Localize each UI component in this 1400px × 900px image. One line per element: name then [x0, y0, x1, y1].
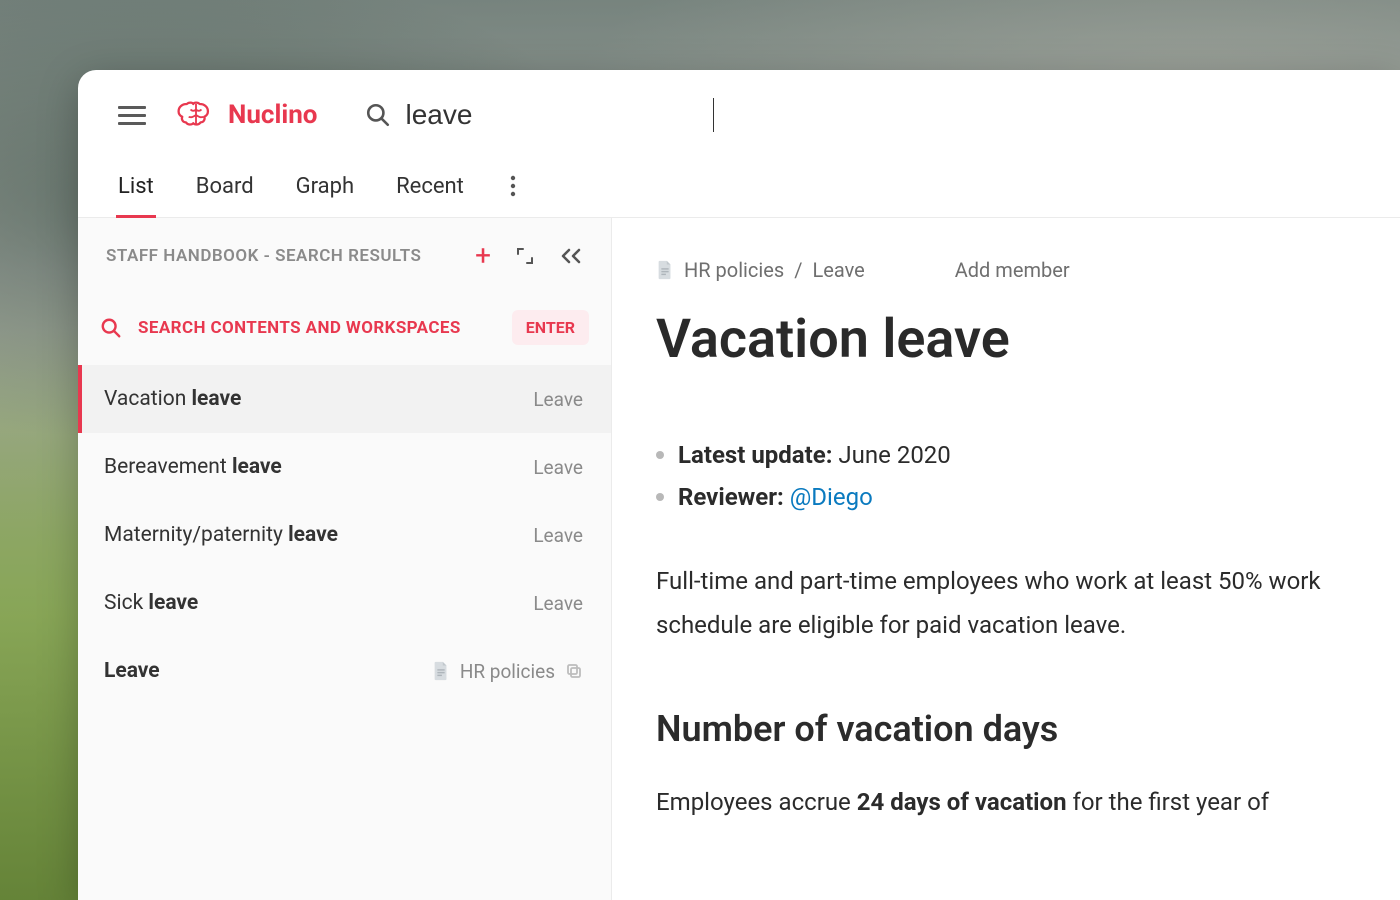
meta-label: Latest update: — [678, 441, 832, 469]
app-window: Nuclino List Board Graph Recent STAFF HA… — [78, 70, 1400, 900]
search-field[interactable] — [365, 98, 714, 132]
search-all-label: SEARCH CONTENTS AND WORKSPACES — [138, 318, 461, 338]
result-title: Maternity/paternity leave — [104, 523, 338, 547]
result-crumb: Leave — [533, 456, 583, 479]
result-crumb: Leave — [533, 524, 583, 547]
section-heading: Number of vacation days — [656, 708, 1400, 750]
bullet-icon — [656, 451, 664, 459]
meta-item: Reviewer: @Diego — [656, 483, 1400, 511]
text-caret — [713, 98, 714, 132]
result-title: Vacation leave — [104, 387, 241, 411]
intro-paragraph: Full-time and part-time employees who wo… — [656, 559, 1396, 648]
result-crumb: Leave — [533, 388, 583, 411]
collapse-icon[interactable] — [559, 246, 583, 266]
search-all-row[interactable]: SEARCH CONTENTS AND WORKSPACES ENTER — [78, 290, 611, 365]
tab-recent[interactable]: Recent — [396, 174, 464, 217]
result-crumb: Leave — [533, 592, 583, 615]
topbar: Nuclino — [78, 70, 1400, 150]
meta-item: Latest update: June 2020 — [656, 441, 1400, 469]
body: STAFF HANDBOOK - SEARCH RESULTS + — [78, 218, 1400, 900]
sidebar-actions: + — [475, 242, 583, 270]
breadcrumb-1: Leave — [812, 258, 864, 282]
brand-name: Nuclino — [228, 100, 317, 130]
meta-value: June 2020 — [838, 441, 950, 469]
section-paragraph: Employees accrue 24 days of vacation for… — [656, 780, 1400, 824]
tab-graph[interactable]: Graph — [296, 174, 354, 217]
result-title: Leave — [104, 659, 160, 683]
menu-icon[interactable] — [118, 106, 146, 125]
plus-icon[interactable]: + — [475, 242, 491, 270]
document-icon — [432, 661, 450, 681]
brand[interactable]: Nuclino — [174, 98, 317, 132]
meta-label: Reviewer: — [678, 483, 784, 511]
breadcrumb[interactable]: HR policies / Leave — [656, 258, 865, 282]
breadcrumb-0: HR policies — [684, 258, 784, 282]
meta-list: Latest update: June 2020 Reviewer: @Dieg… — [656, 441, 1400, 511]
copy-icon — [565, 662, 583, 680]
brain-icon — [174, 98, 218, 132]
search-input[interactable] — [405, 99, 705, 131]
bullet-icon — [656, 493, 664, 501]
search-result[interactable]: Sick leave Leave — [78, 569, 611, 637]
page-title: Vacation leave — [656, 308, 1400, 371]
search-result[interactable]: Maternity/paternity leave Leave — [78, 501, 611, 569]
mention-link[interactable]: @Diego — [790, 483, 873, 511]
search-result[interactable]: Bereavement leave Leave — [78, 433, 611, 501]
result-crumb: HR policies — [432, 660, 583, 683]
sidebar-title: STAFF HANDBOOK - SEARCH RESULTS — [106, 246, 421, 266]
search-icon — [100, 317, 122, 339]
add-member-button[interactable]: Add member — [955, 258, 1070, 282]
search-icon — [365, 102, 391, 128]
search-result[interactable]: Leave HR policies — [78, 637, 611, 705]
sidebar: STAFF HANDBOOK - SEARCH RESULTS + — [78, 218, 612, 900]
expand-icon[interactable] — [515, 246, 535, 266]
tab-board[interactable]: Board — [196, 174, 254, 217]
search-result[interactable]: Vacation leave Leave — [78, 365, 611, 433]
result-title: Sick leave — [104, 591, 198, 615]
result-title: Bereavement leave — [104, 455, 282, 479]
tab-list[interactable]: List — [118, 174, 154, 217]
enter-badge: ENTER — [512, 310, 589, 345]
more-icon[interactable] — [510, 175, 516, 216]
document-icon — [656, 260, 674, 280]
document-pane: HR policies / Leave Add member Vacation … — [612, 218, 1400, 900]
view-tabs: List Board Graph Recent — [78, 150, 1400, 218]
sidebar-header: STAFF HANDBOOK - SEARCH RESULTS + — [78, 218, 611, 286]
results-list: Vacation leave Leave Bereavement leave Leav… — [78, 365, 611, 705]
